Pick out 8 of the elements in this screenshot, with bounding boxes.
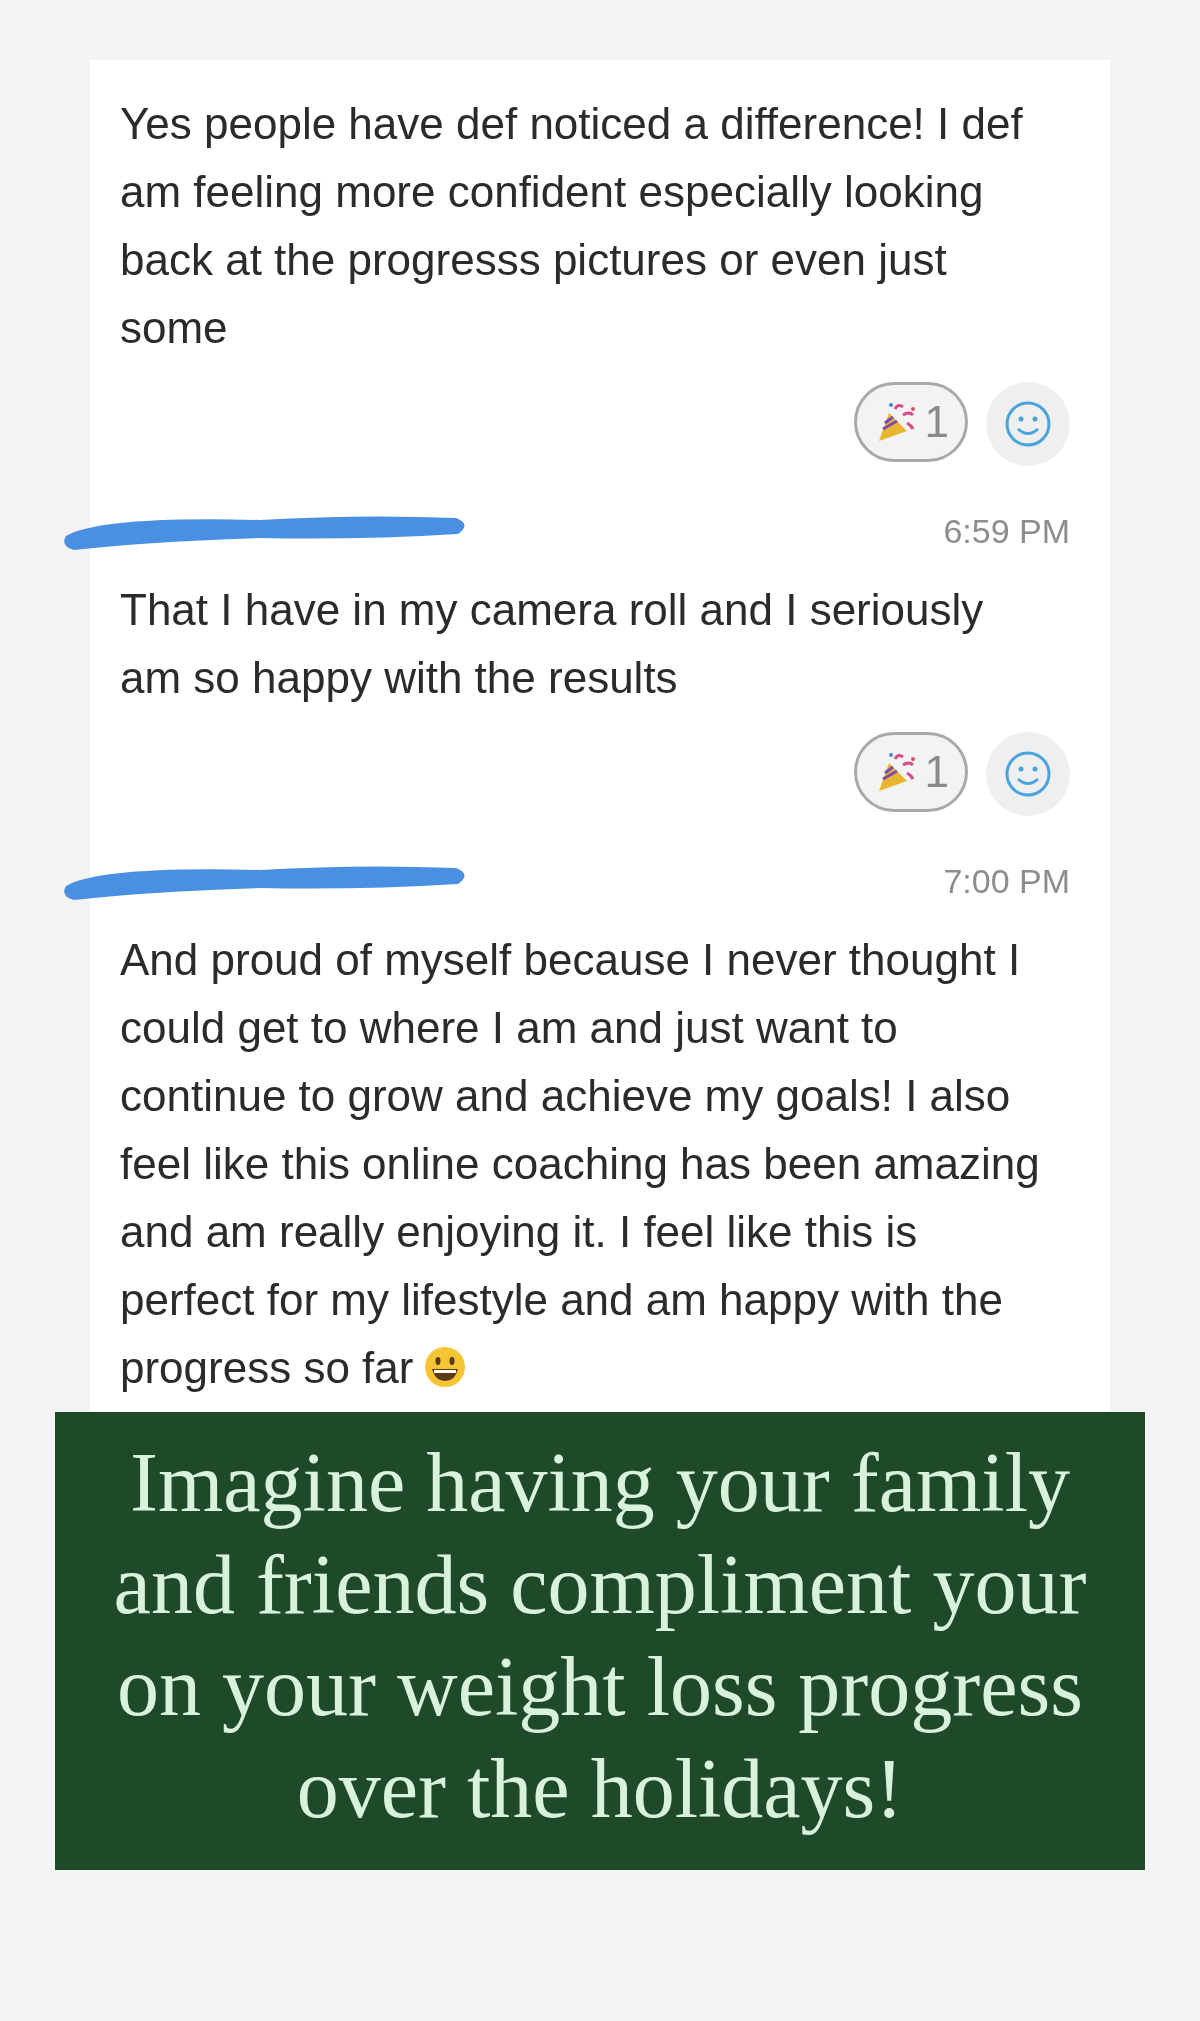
reaction-chip[interactable]: 1 <box>853 732 968 812</box>
message-text: Yes people have def noticed a difference! I def am feeling more confident especially looking back at the progresss pictures or even just some <box>120 98 1024 354</box>
message-time: 6:59 PM <box>943 511 1070 551</box>
message-text: And proud of myself because I never thought I could get to where I am and just want to continue to grow and achieve my goals! I also feel like this online coaching has been amazing and am really enjoying it. I feel like this is perfect for my lifestyle and am happy with the progress so far <box>120 934 1041 1394</box>
message-time: 7:00 PM <box>943 861 1070 901</box>
reaction-chip[interactable]: 1 <box>853 382 968 462</box>
message-text: That I have in my camera roll and I seriously am so happy with the results <box>120 584 985 704</box>
caption-text: Imagine having your family and friends compliment your on your weight loss progress over the holidays! <box>112 1435 1088 1837</box>
